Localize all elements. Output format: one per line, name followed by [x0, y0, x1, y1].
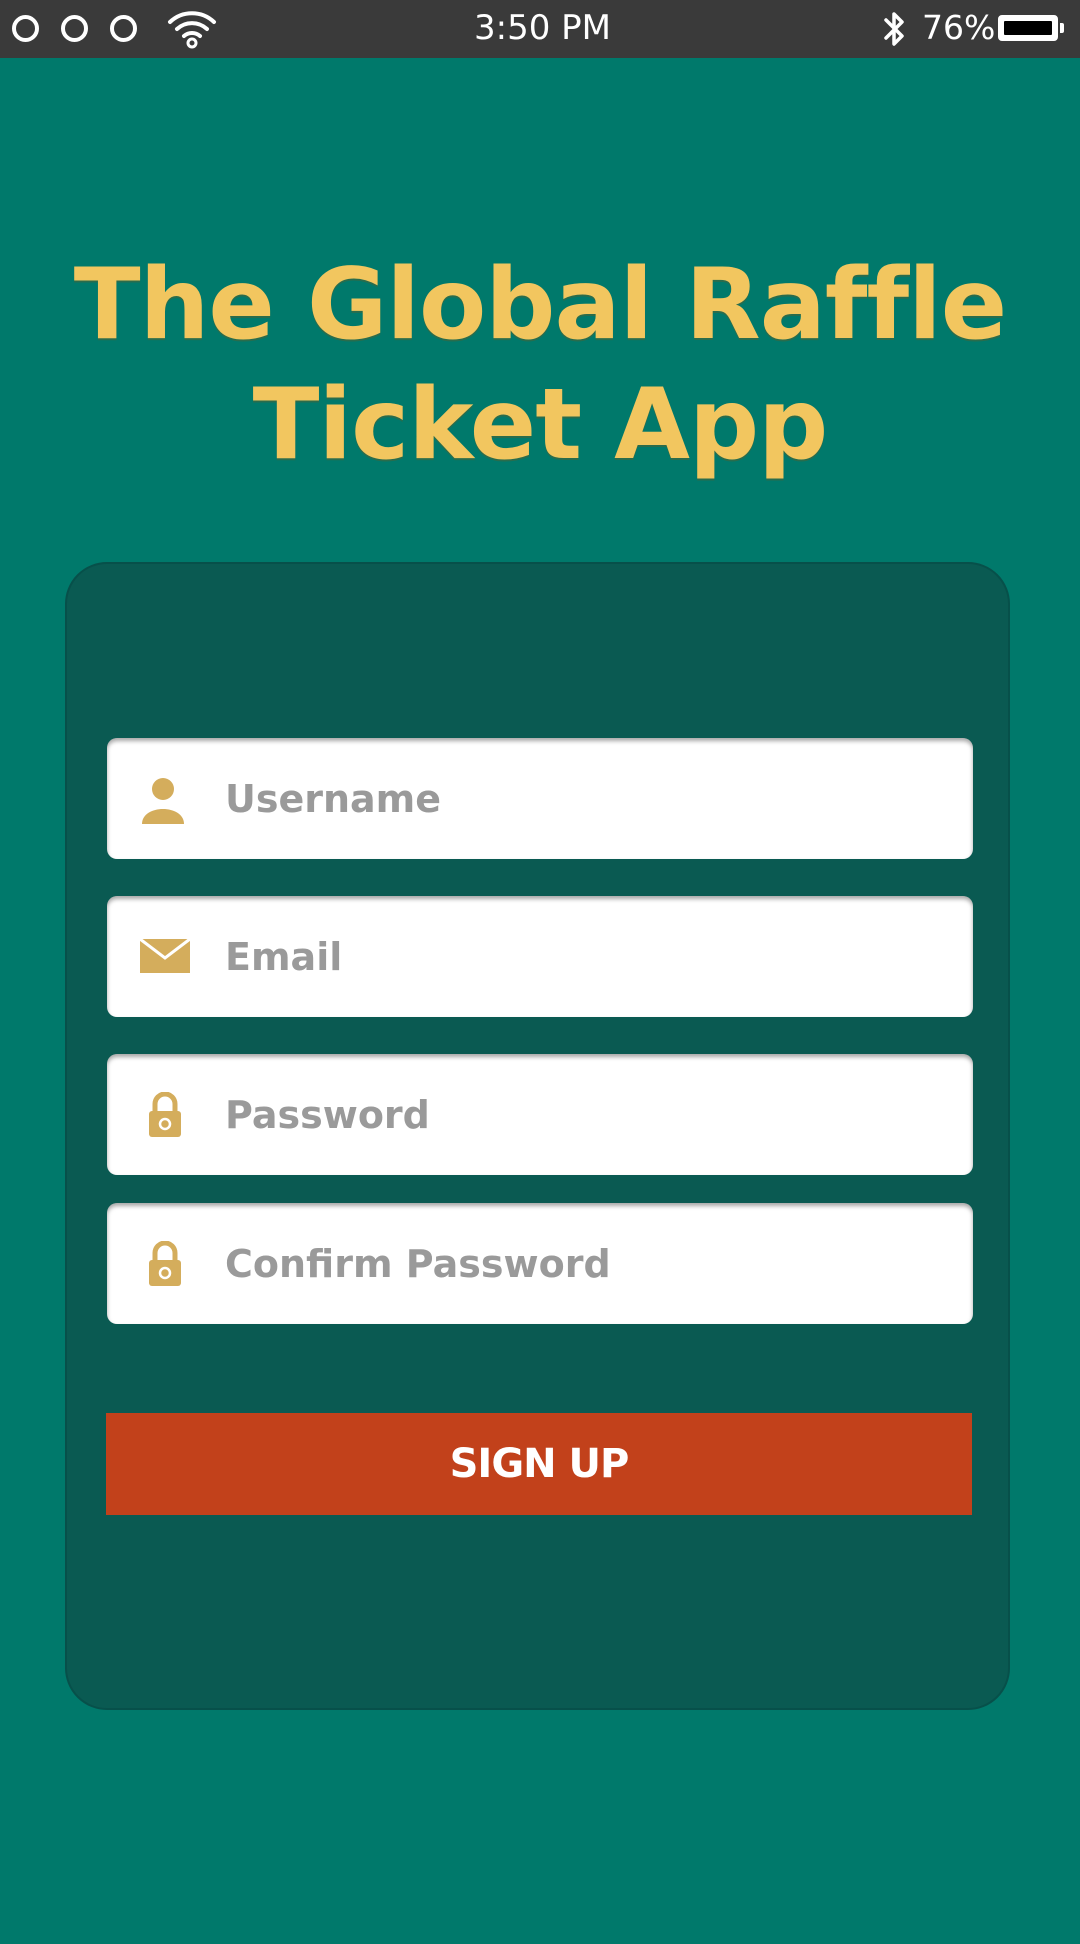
username-field[interactable]	[107, 738, 973, 859]
password-field[interactable]	[107, 1054, 973, 1175]
battery-icon	[998, 15, 1064, 41]
status-time: 3:50 PM	[474, 8, 611, 48]
app-title-line-1: The Global Raffle	[73, 248, 1007, 362]
lock-icon	[147, 1240, 199, 1293]
email-input[interactable]	[225, 896, 925, 1017]
app-title: The Global Raffle Ticket App	[60, 245, 1020, 485]
email-field[interactable]	[107, 896, 973, 1017]
battery-percent: 76%	[922, 8, 996, 47]
confirm-password-input[interactable]	[225, 1203, 925, 1324]
sign-up-button[interactable]: SIGN UP	[106, 1413, 972, 1515]
status-bar: 3:50 PM 76%	[0, 0, 1080, 58]
envelope-icon	[139, 936, 191, 988]
user-icon	[137, 774, 189, 826]
username-input[interactable]	[225, 738, 925, 859]
confirm-password-field[interactable]	[107, 1203, 973, 1324]
bluetooth-icon	[880, 10, 908, 52]
password-input[interactable]	[225, 1054, 925, 1175]
app-title-line-2: Ticket App	[252, 368, 829, 482]
lock-icon	[147, 1091, 199, 1144]
